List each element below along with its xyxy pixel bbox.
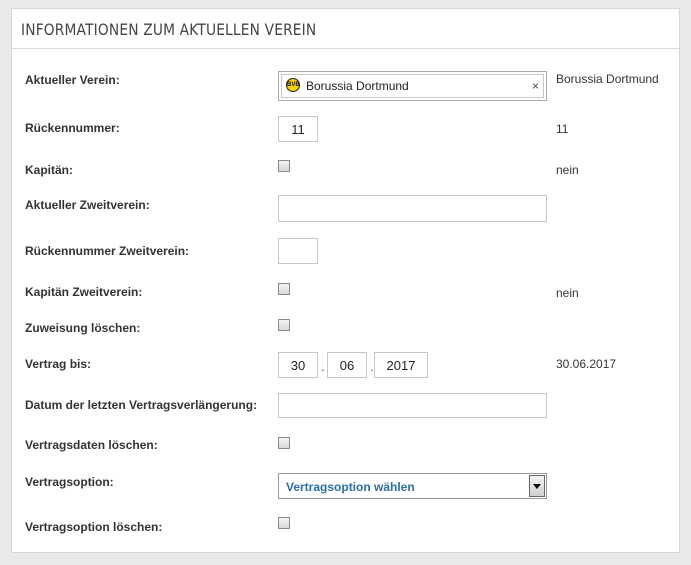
jersey-number-display: 11 (556, 122, 569, 136)
label-kapitaen: Kapitän: (25, 163, 73, 177)
label-vertragsdaten-loeschen: Vertragsdaten löschen: (25, 438, 158, 452)
label-vertrag-bis: Vertrag bis: (25, 357, 92, 371)
label-rueckennummer-zweitverein: Rückennummer Zweitverein: (25, 244, 190, 258)
captain-checkbox[interactable] (278, 160, 290, 172)
contract-option-selected: Vertragsoption wählen (286, 480, 415, 494)
contract-option-select[interactable]: Vertragsoption wählen (278, 473, 547, 499)
panel-header: INFORMATIONEN ZUM AKTUELLEN VEREIN (12, 9, 679, 49)
panel-title: INFORMATIONEN ZUM AKTUELLEN VEREIN (21, 20, 317, 39)
contract-end-display: 30.06.2017 (556, 357, 617, 371)
date-separator: . (321, 359, 325, 374)
club-info-panel: INFORMATIONEN ZUM AKTUELLEN VEREIN Aktue… (11, 8, 680, 553)
clear-icon[interactable]: × (532, 79, 539, 93)
last-extension-date-input[interactable] (278, 393, 547, 418)
label-kapitaen-zweitverein: Kapitän Zweitverein: (25, 285, 143, 299)
delete-contract-data-checkbox[interactable] (278, 437, 290, 449)
label-vertragsoption-loeschen: Vertragsoption löschen: (25, 520, 163, 534)
label-letzte-verlaengerung: Datum der letzten Vertragsverlängerung: (25, 398, 258, 412)
label-zweitverein: Aktueller Zweitverein: (25, 198, 150, 212)
label-rueckennummer: Rückennummer: (25, 121, 120, 135)
club-logo-icon: BVB (286, 78, 300, 92)
contract-day-input[interactable] (278, 352, 318, 378)
delete-assignment-checkbox[interactable] (278, 319, 290, 331)
second-club-input[interactable] (278, 195, 547, 222)
second-club-captain-display: nein (556, 286, 579, 300)
club-select-value: Borussia Dortmund (306, 79, 409, 93)
club-select[interactable]: BVB Borussia Dortmund × (278, 71, 547, 101)
captain-display: nein (556, 163, 579, 177)
jersey-number-input[interactable] (278, 116, 318, 142)
contract-year-input[interactable] (374, 352, 428, 378)
label-vertragsoption: Vertragsoption: (25, 475, 114, 489)
label-zuweisung-loeschen: Zuweisung löschen: (25, 321, 141, 335)
label-aktueller-verein: Aktueller Verein: (25, 73, 120, 87)
delete-contract-option-checkbox[interactable] (278, 517, 290, 529)
contract-month-input[interactable] (327, 352, 367, 378)
second-club-number-input[interactable] (278, 238, 318, 264)
current-club-display: Borussia Dortmund (556, 72, 659, 86)
dropdown-arrow-icon[interactable] (529, 475, 545, 497)
second-club-captain-checkbox[interactable] (278, 283, 290, 295)
